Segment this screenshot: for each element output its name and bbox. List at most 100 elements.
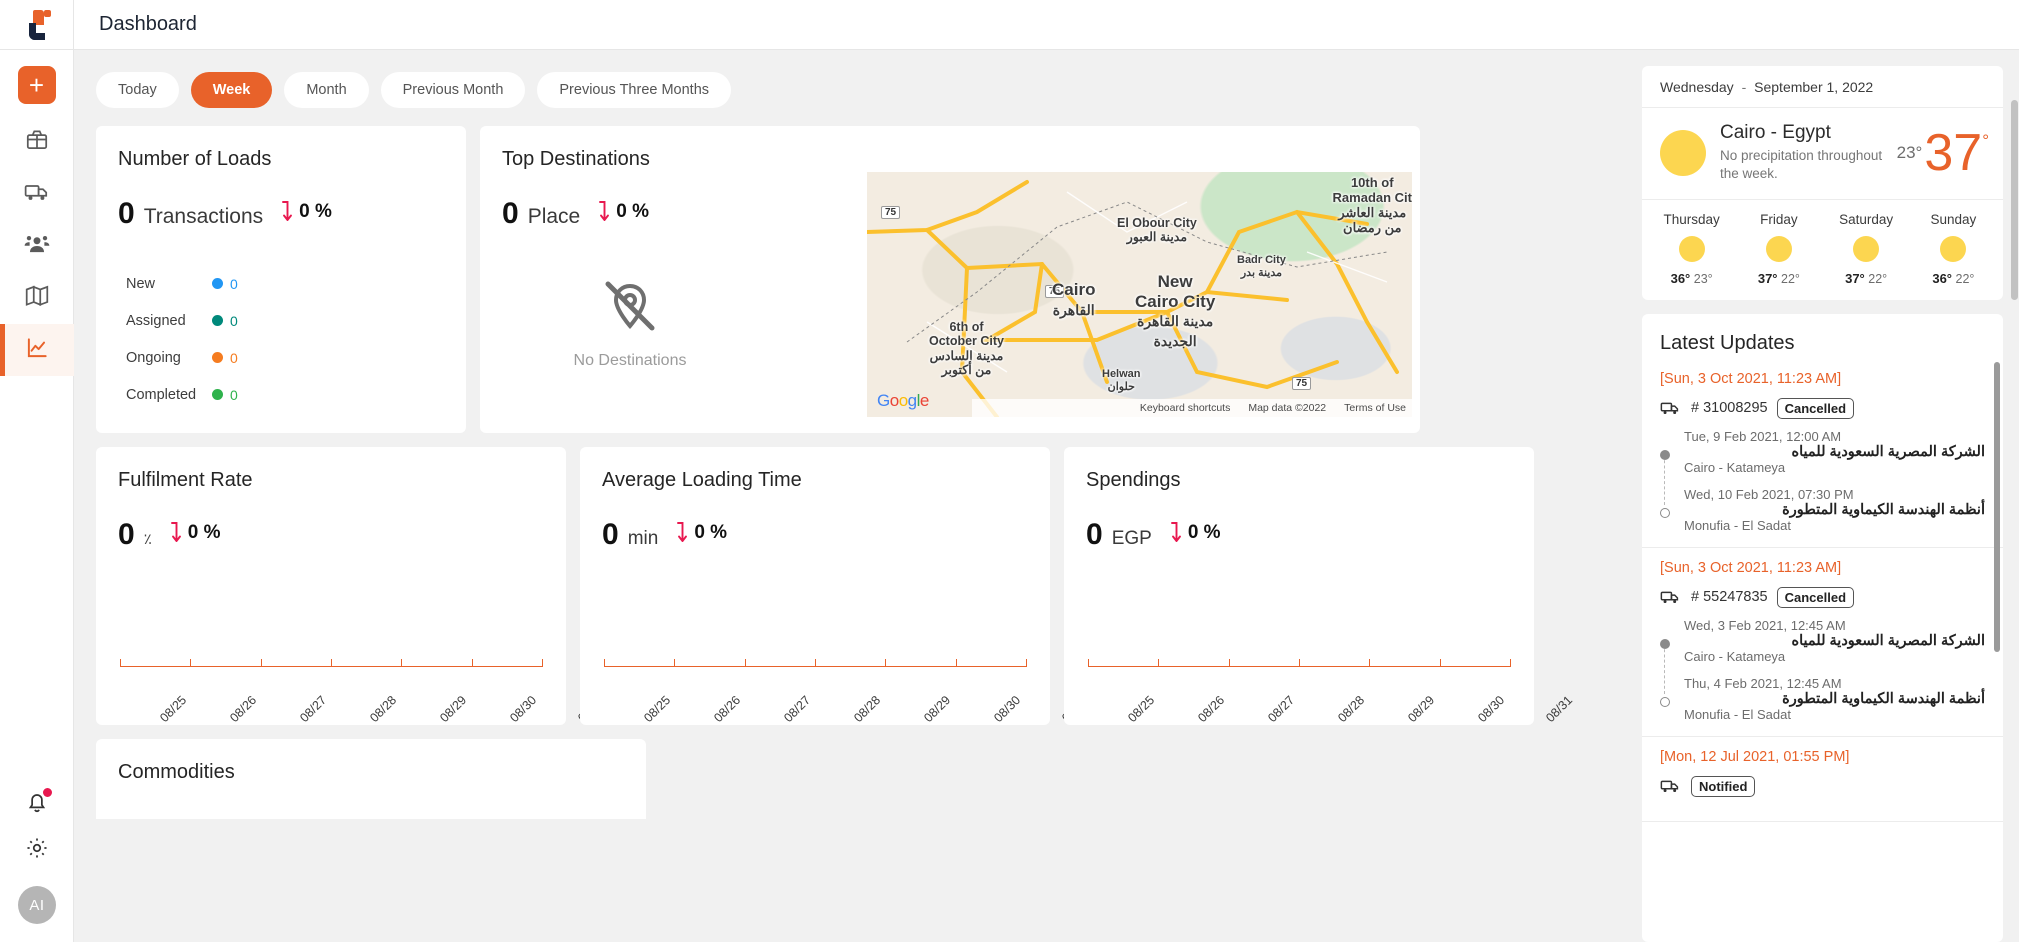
notifications-button[interactable]: [24, 787, 53, 815]
updates-scrollbar-thumb[interactable]: [1994, 362, 2000, 653]
location-off-icon: [605, 281, 655, 331]
stop-dropoff: Thu, 4 Feb 2021, 12:45 AM أنظمة الهندسة …: [1660, 676, 1985, 722]
map-attribution: Keyboard shortcuts Map data ©2022 Terms …: [972, 399, 1412, 417]
app-logo[interactable]: [0, 0, 74, 50]
add-button[interactable]: +: [17, 66, 56, 104]
sidebar-item-loads[interactable]: [0, 116, 74, 168]
status-badge: Notified: [1691, 775, 1756, 797]
x-tick-label: 08/28: [851, 693, 884, 726]
x-tick-label: 08/30: [991, 693, 1024, 726]
stop-datetime: Wed, 3 Feb 2021, 12:45 AM: [1684, 618, 1846, 634]
stop-node-icon: [1660, 450, 1670, 461]
legend-value: 0: [230, 349, 238, 366]
weather-current: Cairo - Egypt No precipitation throughou…: [1642, 108, 2003, 201]
stop-dropoff: Wed, 10 Feb 2021, 07:30 PM أنظمة الهندسة…: [1660, 487, 1985, 533]
x-tick-label: 08/29: [921, 693, 954, 726]
notification-badge-dot: [42, 787, 53, 798]
stop-company: أنظمة الهندسة الكيماوية المتطورة: [1782, 502, 1985, 519]
card-commodities: Commodities: [96, 739, 646, 819]
map-data-credit: Map data ©2022: [1248, 402, 1327, 414]
forecast-temps: 37° 22°: [1845, 271, 1887, 286]
update-item[interactable]: [Mon, 12 Jul 2021, 01:55 PM] Notified: [1642, 737, 2003, 823]
card-title: Top Destinations: [502, 148, 650, 170]
trend-down-icon: [170, 522, 181, 542]
spendings-metric: 0 EGP 0 %: [1064, 492, 1534, 552]
stop-company: أنظمة الهندسة الكيماوية المتطورة: [1782, 691, 1985, 708]
page-scrollbar-thumb[interactable]: [2011, 100, 2018, 300]
update-item[interactable]: [Sun, 3 Oct 2021, 11:23 AM] # 31008295 C…: [1642, 359, 2003, 549]
hash-symbol: #: [1691, 400, 1700, 417]
status-badge: Cancelled: [1776, 397, 1855, 419]
cards-row-1: Number of Loads 0 Transactions 0 % New 0…: [96, 126, 1634, 433]
map-terms-of-use[interactable]: Terms of Use: [1344, 402, 1406, 414]
legend-item-new: New 0: [126, 265, 466, 302]
x-tick-label: 08/25: [1125, 693, 1158, 726]
x-tick-label: 08/29: [1405, 693, 1438, 726]
sidebar-item-map[interactable]: [0, 272, 74, 324]
weather-low-temp: 23°: [1896, 142, 1923, 162]
settings-button[interactable]: [24, 835, 50, 866]
analytics-icon: [24, 335, 50, 366]
update-hash: # 31008295: [1691, 400, 1768, 416]
fulfilment-value: 0: [118, 518, 135, 551]
update-hash: # 55247835: [1691, 589, 1768, 605]
card-title: Number of Loads: [118, 148, 272, 170]
stop-node-icon: [1660, 639, 1670, 650]
truck-icon: [24, 179, 50, 210]
update-timestamp: [Sun, 3 Oct 2021, 11:23 AM]: [1660, 371, 1842, 388]
no-destinations-empty-state: No Destinations: [480, 276, 780, 370]
card-average-loading-time: Average Loading Time 0 min 0 % 08/25 08/…: [580, 447, 1091, 726]
card-top-destinations: Top Destinations 0 Place 0 % No Destinat…: [480, 126, 1420, 433]
legend-label: New: [126, 275, 156, 292]
page-scrollbar[interactable]: [2011, 100, 2018, 942]
loads-metric: 0 Transactions 0 %: [96, 171, 466, 231]
update-number: 31008295: [1703, 400, 1768, 417]
filter-month[interactable]: Month: [284, 72, 369, 108]
avatar[interactable]: AI: [18, 886, 56, 924]
filter-week[interactable]: Week: [190, 72, 273, 108]
card-title: Average Loading Time: [602, 469, 802, 491]
legend-label: Ongoing: [126, 349, 181, 366]
loads-value: 0: [118, 197, 135, 230]
loading-time-trend: 0 %: [675, 522, 727, 544]
truck-icon: [1660, 781, 1679, 793]
card-fulfilment-rate: Fulfilment Rate 0 ٪ 0 % 08/25 08/26 08/2…: [96, 447, 607, 726]
legend-value: 0: [230, 386, 238, 403]
map-keyboard-shortcuts[interactable]: Keyboard shortcuts: [1140, 402, 1230, 414]
stop-company: الشركة المصرية السعودية للمياه: [1791, 444, 1985, 461]
destinations-map[interactable]: 75 75 75 10th of Ramadan Cit مدينة العاشر م…: [867, 172, 1412, 417]
right-column: Wednesday - September 1, 2022 Cairo - Eg…: [1634, 50, 2019, 942]
sidebar-item-fleet[interactable]: [0, 168, 74, 220]
card-title: Commodities: [118, 761, 235, 783]
weather-widget: Wednesday - September 1, 2022 Cairo - Eg…: [1642, 66, 2003, 301]
destinations-unit: Place: [527, 205, 581, 228]
loads-trend: 0 %: [280, 201, 332, 223]
forecast-day-name: Thursday: [1663, 212, 1720, 228]
update-timestamp: [Sun, 3 Oct 2021, 11:23 AM]: [1660, 560, 1842, 577]
google-logo: Google: [877, 391, 929, 410]
stop-pickup: Wed, 3 Feb 2021, 12:45 AM الشركة المصرية…: [1660, 618, 1985, 664]
content: Today Week Month Previous Month Previous…: [74, 50, 2019, 942]
spendings-value: 0: [1086, 518, 1103, 551]
filter-today[interactable]: Today: [96, 72, 179, 108]
map-label-el-obour-city: El Obour City مدينة العبور: [1117, 216, 1197, 245]
filter-previous-three-months[interactable]: Previous Three Months: [537, 72, 732, 108]
update-item[interactable]: [Sun, 3 Oct 2021, 11:23 AM] # 55247835 C…: [1642, 548, 2003, 738]
users-icon: [24, 231, 50, 262]
stop-datetime: Tue, 9 Feb 2021, 12:00 AM: [1684, 429, 1842, 445]
updates-scrollbar[interactable]: [1994, 362, 2000, 934]
map-label-cairo: Cairo القاهرة: [1052, 280, 1096, 318]
x-tick-label: 08/27: [297, 693, 330, 726]
sidebar-item-customers[interactable]: [0, 220, 74, 272]
forecast-temps: 37° 22°: [1758, 271, 1800, 286]
destinations-value: 0: [502, 197, 519, 230]
update-header: # 31008295 Cancelled: [1660, 397, 1985, 419]
map-label-badr-city: Badr City مدينة بدر: [1237, 254, 1286, 279]
x-tick-label: 08/25: [641, 693, 674, 726]
legend-item-ongoing: Ongoing 0: [126, 339, 466, 376]
legend-color-dot: [212, 278, 223, 289]
filter-previous-month[interactable]: Previous Month: [380, 72, 526, 108]
update-timestamp: [Mon, 12 Jul 2021, 01:55 PM]: [1660, 749, 1850, 766]
sidebar-item-dashboard[interactable]: [0, 324, 74, 376]
stop-node-icon: [1660, 508, 1670, 519]
